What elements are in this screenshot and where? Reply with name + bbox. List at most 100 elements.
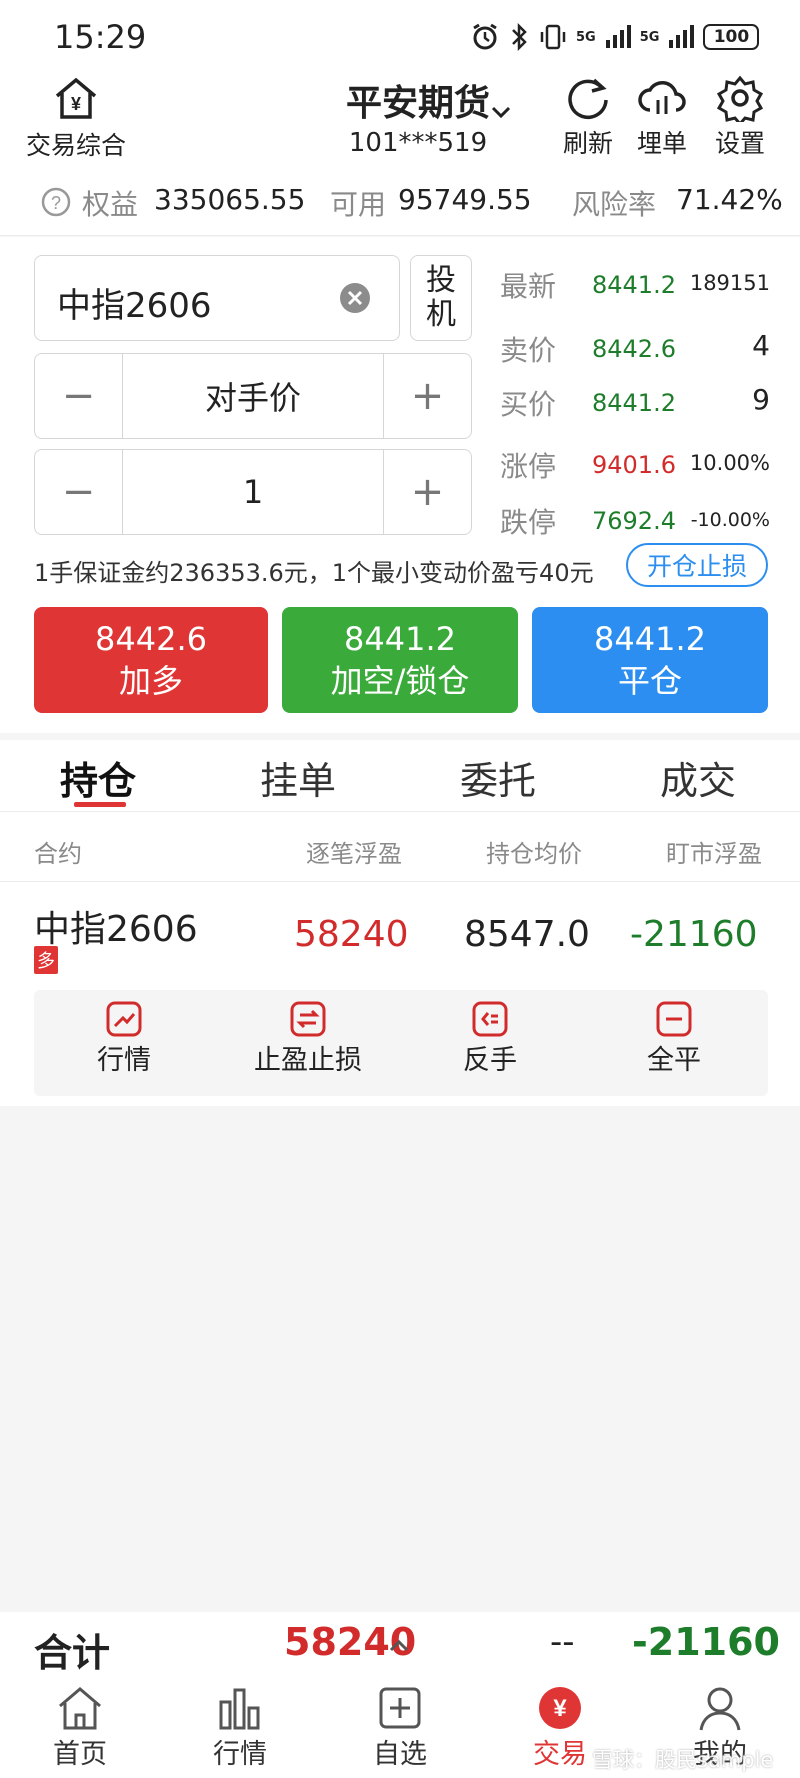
quote-limit-down: 跌停 7692.4 -10.00%: [500, 501, 770, 541]
limit-up-pct: 10.00%: [689, 451, 770, 475]
plus-icon: +: [410, 469, 445, 515]
trade-home-label: 交易综合: [25, 131, 126, 160]
sell-label: 加空/锁仓: [330, 662, 470, 700]
action-reverse[interactable]: 反手: [400, 1000, 580, 1077]
open-stoploss-label: 开仓止损: [646, 552, 747, 581]
order-form: 中指2606 投 机 − 对手价 + − 1 + 最新 8441.2 18915…: [0, 237, 800, 733]
quantity-field[interactable]: 1: [123, 450, 383, 534]
cloud-icon: [638, 81, 686, 114]
network-5g-label-2: 5G: [639, 29, 660, 45]
open-stoploss-button[interactable]: 开仓止损: [626, 543, 768, 587]
bottom-nav: 首页 行情 自选 ¥ 交易 我的 雪球：股民sample: [0, 1678, 800, 1778]
bluetooth-icon: [512, 22, 527, 52]
action-tp-sl-label: 止盈止损: [254, 1045, 362, 1076]
trade-home-button[interactable]: ¥ 交易综合: [20, 74, 132, 162]
position-trade-pnl: 58240: [294, 914, 409, 955]
ask-price: 8442.6: [592, 335, 676, 363]
nav-market-label: 行情: [213, 1739, 267, 1770]
nav-trade-label: 交易: [533, 1739, 587, 1770]
price-minus-button[interactable]: −: [35, 354, 123, 438]
bar-chart-icon: [219, 1688, 260, 1730]
col-mark-pnl: 盯市浮盈: [666, 840, 762, 868]
svg-text:?: ?: [51, 193, 61, 213]
chevron-down-icon[interactable]: [490, 104, 512, 120]
vibrate-icon: [540, 24, 566, 50]
sell-short-button[interactable]: 8441.2 加空/锁仓: [282, 607, 518, 713]
minus-box-icon: [656, 1001, 692, 1037]
settings-button[interactable]: 设置: [708, 74, 772, 160]
nav-home[interactable]: 首页: [20, 1684, 140, 1771]
total-row: 合计 58240 -- -21160: [0, 1612, 800, 1678]
tab-positions[interactable]: 持仓: [60, 750, 136, 805]
close-label: 平仓: [617, 662, 682, 700]
watermark: 雪球：股民sample: [592, 1748, 774, 1772]
close-position-button[interactable]: 8441.2 平仓: [532, 607, 768, 713]
nav-watchlist[interactable]: 自选: [340, 1684, 460, 1771]
clear-icon[interactable]: [339, 282, 371, 314]
quote-bid: 买价 8441.2 9: [500, 383, 770, 423]
tab-pending[interactable]: 挂单: [260, 750, 336, 805]
latest-label: 最新: [500, 270, 557, 303]
home-icon: [59, 1687, 101, 1730]
system-icons: 5G 5G 100: [470, 20, 760, 54]
refresh-button[interactable]: 刷新: [556, 74, 620, 160]
bid-label: 买价: [500, 388, 557, 421]
minus-icon: −: [61, 373, 96, 419]
action-tp-sl[interactable]: 止盈止损: [218, 1000, 398, 1077]
cloud-order-label: 埋单: [636, 129, 687, 158]
price-type-field[interactable]: 对手价: [123, 354, 383, 438]
account-number: 101***519: [348, 128, 488, 158]
qty-plus-button[interactable]: +: [383, 450, 471, 534]
account-summary: ? 权益 335065.55 可用 95749.55 风险率 71.42%: [0, 170, 800, 236]
price-plus-button[interactable]: +: [383, 354, 471, 438]
buy-long-button[interactable]: 8442.6 加多: [34, 607, 268, 713]
tab-orders[interactable]: 委托: [460, 750, 536, 805]
status-time: 15:29: [54, 18, 147, 56]
help-icon[interactable]: ?: [40, 186, 72, 218]
action-quote[interactable]: 行情: [34, 1000, 214, 1077]
signal-icon-1: [605, 25, 631, 48]
quantity-stepper: − 1 +: [34, 449, 472, 535]
available-label: 可用: [330, 188, 387, 221]
plus-icon: +: [410, 373, 445, 419]
position-avg-price: 8547.0: [464, 914, 590, 955]
contract-input[interactable]: 中指2606: [34, 255, 400, 341]
risk-value: 71.42%: [676, 183, 783, 216]
limit-up-label: 涨停: [500, 450, 557, 483]
position-mark-pnl: -21160: [630, 914, 758, 955]
action-reverse-label: 反手: [463, 1045, 517, 1076]
quantity-value: 1: [242, 473, 264, 511]
action-close-all[interactable]: 全平: [584, 1000, 764, 1077]
close-price: 8441.2: [594, 620, 706, 658]
network-5g-label-1: 5G: [576, 29, 596, 45]
volume: 189151: [689, 271, 770, 295]
total-label: 合计: [34, 1631, 111, 1675]
hedge-type-button[interactable]: 投 机: [410, 255, 472, 341]
plus-box-icon: [379, 1687, 421, 1729]
chevron-up-icon[interactable]: [388, 1638, 410, 1654]
tab-trades[interactable]: 成交: [660, 750, 736, 805]
col-trade-pnl: 逐笔浮盈: [306, 840, 402, 868]
account-switcher[interactable]: 平安期货 101***519: [318, 74, 518, 158]
bid-qty: 9: [752, 383, 770, 416]
broker-name: 平安期货: [345, 83, 490, 124]
gear-icon: [716, 75, 764, 122]
user-icon: [699, 1687, 741, 1731]
yuan-circle-icon: ¥: [539, 1687, 581, 1729]
nav-market[interactable]: 行情: [180, 1684, 300, 1771]
swap-icon: [290, 1001, 326, 1037]
ask-label: 卖价: [500, 334, 557, 367]
buy-price: 8442.6: [95, 620, 207, 658]
house-yuan-icon: ¥: [55, 77, 97, 119]
direction-badge: 多: [34, 946, 58, 974]
reverse-icon: [472, 1001, 508, 1037]
qty-minus-button[interactable]: −: [35, 450, 123, 534]
quote-latest: 最新 8441.2 189151: [500, 265, 770, 305]
position-tabs: 持仓 挂单 委托 成交: [0, 740, 800, 812]
cloud-order-button[interactable]: 埋单: [630, 74, 694, 160]
contract-value: 中指2606: [57, 286, 212, 326]
bid-price: 8441.2: [592, 389, 676, 417]
position-row[interactable]: 中指2606 多 58240 8547.0 -21160 行情 止盈止损 反手 …: [0, 882, 800, 1106]
svg-text:¥: ¥: [553, 1695, 567, 1722]
position-contract: 中指2606: [34, 909, 198, 950]
